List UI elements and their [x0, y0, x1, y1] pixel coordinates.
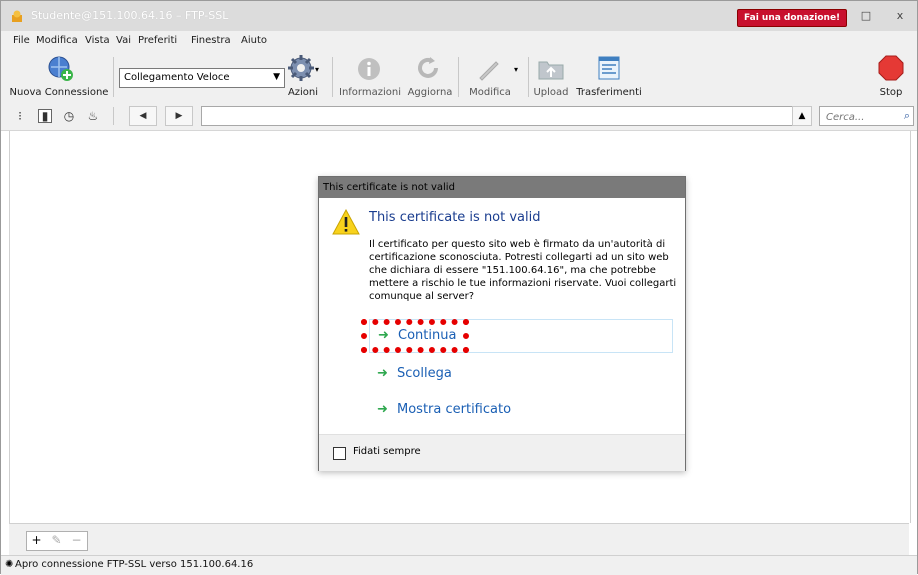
- stop-button[interactable]: Stop: [873, 51, 909, 101]
- gear-icon: [288, 55, 314, 81]
- transfers-button[interactable]: Trasferimenti: [573, 51, 645, 101]
- donate-button[interactable]: Fai una donazione!: [737, 9, 848, 27]
- menu-vai[interactable]: Vai: [116, 35, 131, 46]
- app-logo-icon: [12, 10, 22, 22]
- browser-view-icon[interactable]: ⁝: [12, 108, 28, 124]
- close-button[interactable]: x: [883, 1, 917, 31]
- warning-icon: [332, 209, 360, 235]
- navigation-bar: ⁝ ▮ ◷ ♨ ◀ ▶ ▾ ▲ ⌕: [1, 101, 917, 131]
- info-button[interactable]: Informazioni: [337, 51, 403, 101]
- show-certificate-command-link[interactable]: ➜ Mostra certificato: [369, 394, 673, 428]
- chevron-down-icon: ▼: [273, 72, 280, 82]
- stop-sign-icon: [878, 55, 904, 81]
- window-title: Studente@151.100.64.16 – FTP-SSL: [31, 9, 229, 22]
- parent-directory-button[interactable]: ▲: [792, 106, 812, 126]
- search-input[interactable]: [824, 108, 898, 126]
- new-connection-label: Nuova Connessione: [9, 87, 109, 98]
- certificate-dialog: This certificate is not valid This certi…: [318, 176, 686, 471]
- toolbar: Nuova Connessione Collegamento Veloce ▼ …: [1, 51, 917, 101]
- maximize-button[interactable]: □: [849, 1, 883, 31]
- toolbar-separator: [528, 57, 529, 97]
- menu-finestra[interactable]: Finestra: [191, 35, 231, 46]
- search-box: ⌕: [819, 106, 914, 126]
- refresh-label: Aggiorna: [407, 87, 453, 98]
- upload-button[interactable]: Upload: [531, 51, 571, 101]
- refresh-icon: [418, 57, 438, 78]
- toolbar-separator: [113, 57, 114, 97]
- pencil-icon: [479, 61, 499, 81]
- transfers-window-icon: [598, 56, 620, 80]
- arrow-right-icon: ➜: [377, 366, 388, 381]
- toolbar-separator: [458, 57, 459, 97]
- dialog-title: This certificate is not valid: [319, 177, 685, 198]
- continue-command-link[interactable]: ➜ Continua: [369, 319, 673, 353]
- actions-label: Azioni: [287, 87, 319, 98]
- dialog-message: Il certificato per questo sito web è fir…: [369, 239, 677, 302]
- upload-label: Upload: [533, 87, 569, 98]
- menu-aiuto[interactable]: Aiuto: [241, 35, 267, 46]
- status-bar: ✺ Apro connessione FTP-SSL verso 151.100…: [1, 555, 917, 575]
- menu-preferiti[interactable]: Preferiti: [138, 35, 177, 46]
- nav-separator: [113, 107, 114, 125]
- search-icon[interactable]: ⌕: [904, 109, 910, 123]
- back-button[interactable]: ◀: [129, 106, 157, 126]
- menu-file[interactable]: File: [13, 35, 30, 46]
- bottom-toolbar: + ✎ −: [9, 523, 909, 556]
- edit-button[interactable]: ▾ Modifica: [462, 51, 518, 101]
- actions-button[interactable]: ▾ Azioni: [283, 51, 323, 101]
- quick-connect-value: Collegamento Veloce: [124, 72, 230, 83]
- disconnect-command-link[interactable]: ➜ Scollega: [369, 358, 673, 392]
- menu-vista[interactable]: Vista: [85, 35, 110, 46]
- edit-label: Modifica: [469, 87, 511, 98]
- history-clock-icon[interactable]: ◷: [61, 108, 77, 124]
- refresh-button[interactable]: Aggiorna: [405, 51, 455, 101]
- arrow-right-icon: ➜: [378, 328, 389, 343]
- dialog-footer: Fidati sempre: [319, 434, 685, 471]
- bonjour-icon[interactable]: ♨: [85, 108, 101, 124]
- actions-dropdown-icon: ▾: [315, 65, 320, 74]
- info-label: Informazioni: [339, 87, 401, 98]
- always-trust-label: Fidati sempre: [353, 446, 421, 457]
- bookmark-actions: + ✎ −: [26, 531, 88, 551]
- menu-bar: File Modifica Vista Vai Preferiti Finest…: [1, 31, 917, 51]
- activity-spinner-icon: ✺: [5, 559, 14, 570]
- edit-bookmark-pencil-icon[interactable]: ✎: [47, 533, 66, 547]
- app-window: Studente@151.100.64.16 – FTP-SSL Fai una…: [0, 0, 918, 575]
- always-trust-checkbox[interactable]: [333, 447, 346, 460]
- globe-plus-icon: [48, 56, 73, 81]
- remove-bookmark-button[interactable]: −: [67, 533, 86, 547]
- menu-modifica[interactable]: Modifica: [36, 35, 78, 46]
- toolbar-separator: [332, 57, 333, 97]
- show-certificate-label: Mostra certificato: [397, 402, 512, 417]
- bookmarks-icon[interactable]: ▮: [38, 109, 52, 123]
- continue-label: Continua: [398, 328, 457, 343]
- quick-connect-dropdown[interactable]: Collegamento Veloce ▼: [119, 68, 285, 88]
- upload-folder-icon: [538, 61, 564, 80]
- disconnect-label: Scollega: [397, 366, 452, 381]
- add-bookmark-button[interactable]: +: [27, 533, 46, 547]
- edit-dropdown-icon: ▾: [514, 65, 519, 74]
- arrow-right-icon: ➜: [377, 402, 388, 417]
- forward-button[interactable]: ▶: [165, 106, 193, 126]
- new-connection-button[interactable]: Nuova Connessione: [7, 51, 111, 101]
- path-dropdown[interactable]: ▾: [201, 106, 811, 126]
- info-icon: [358, 58, 380, 80]
- title-bar: Studente@151.100.64.16 – FTP-SSL Fai una…: [1, 1, 917, 31]
- status-text: Apro connessione FTP-SSL verso 151.100.6…: [15, 559, 254, 570]
- transfers-label: Trasferimenti: [576, 87, 642, 98]
- stop-label: Stop: [879, 87, 903, 98]
- dialog-heading: This certificate is not valid: [369, 210, 541, 225]
